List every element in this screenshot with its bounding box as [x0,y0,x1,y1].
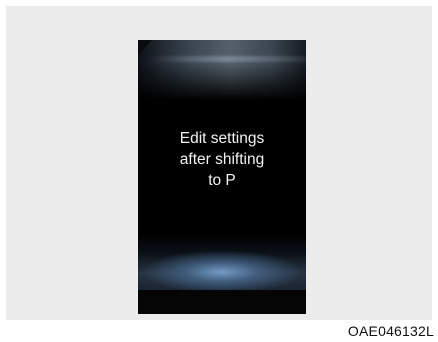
bottom-light-band [138,234,306,290]
figure-code-label: OAE046132L [347,323,434,339]
message-line-2: after shifting [179,151,265,168]
top-light-band [138,40,306,100]
message-line-3: to P [208,172,236,189]
cluster-lcd-display: Edit settings after shifting to P [138,40,306,314]
display-corner-bevel [138,40,152,56]
message-line-1: Edit settings [179,130,265,147]
display-bottom-bar [138,290,306,314]
top-highlight [148,56,306,62]
shift-to-park-message: Edit settings after shifting to P [138,128,306,191]
